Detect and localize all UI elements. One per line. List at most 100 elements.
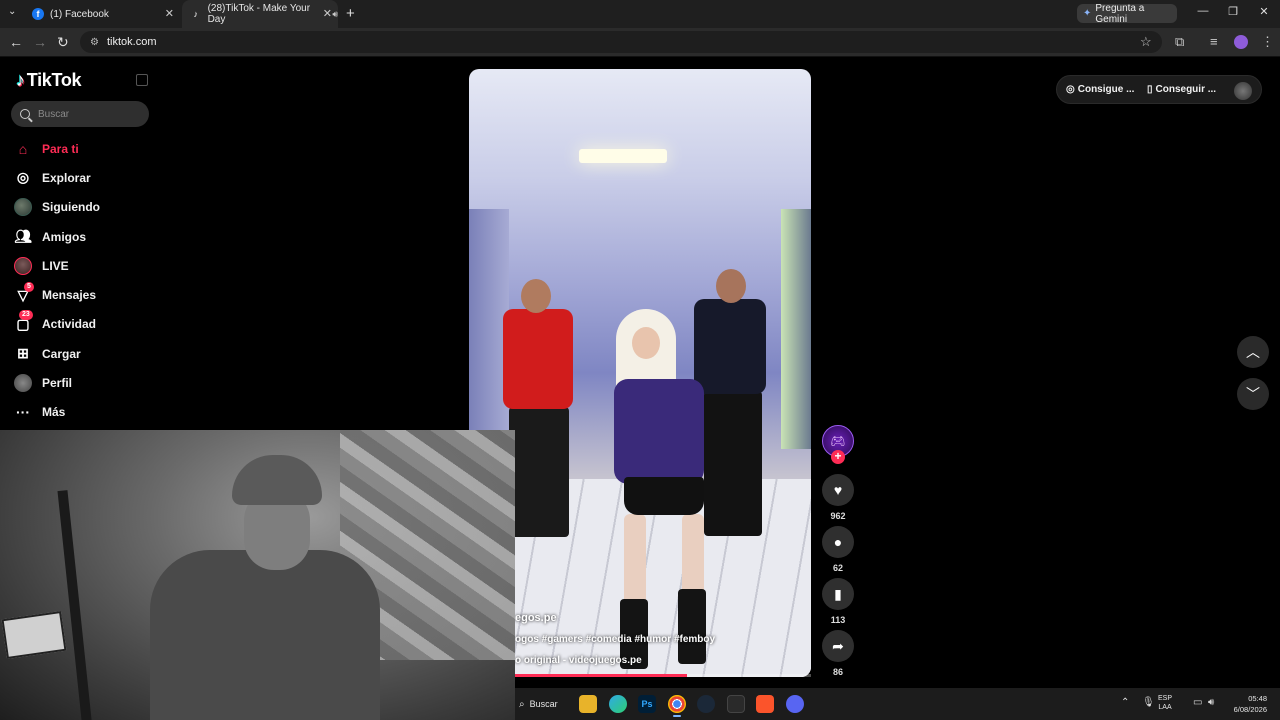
tray-chevron-up-icon[interactable]: ⌃ [1121,697,1129,708]
get-coins-button[interactable]: ◎ Consigue ... [1066,84,1134,95]
webcam-pole [57,490,93,720]
language-indicator[interactable]: ESP LAA [1158,694,1172,712]
tab-facebook[interactable]: f (1) Facebook ✕ [28,0,180,28]
sidebar-item-live[interactable]: LIVE [0,251,160,280]
sidebar-item-label: Siguiendo [42,200,100,215]
url-field[interactable]: ⚙︎ tiktok.com [80,31,1162,53]
terminal-icon[interactable] [727,695,745,713]
menu-kebab-icon[interactable]: ⋮ [1261,34,1274,50]
sidebar-item-label: Amigos [42,229,87,244]
tab-search-chevron-icon[interactable]: ⌄ [8,6,16,17]
clock-date: 6/08/2026 [1233,705,1267,714]
gemini-button[interactable]: ✦ Pregunta a Gemini [1077,3,1177,25]
video-author[interactable]: egos.pe [515,612,557,624]
follow-plus-button[interactable]: + [831,450,845,464]
comment-icon: ● [833,534,843,550]
sidebar-item-label: Explorar [42,170,91,185]
like-button[interactable]: ♥ [822,474,854,506]
bookmark-icon: ▮ [834,585,842,602]
more-icon: ··· [16,404,30,421]
sidebar-item-label: Para ti [42,141,79,156]
sidebar-item-amigos[interactable]: 👥︎ Amigos [0,222,160,251]
like-count: 962 [830,511,846,521]
messages-icon: ▽ 5 [14,282,34,304]
save-button[interactable]: ▮ [822,578,854,610]
steam-icon[interactable] [697,695,715,713]
next-video-button[interactable]: ﹀ [1237,378,1269,410]
forward-arrow-icon[interactable]: → [33,34,47,50]
speaker-icon[interactable]: 🔊︎ [332,9,338,20]
media-controls-icon[interactable]: ≡ [1210,34,1218,49]
reload-icon[interactable]: ↻ [57,34,69,51]
brave-icon[interactable] [756,695,774,713]
microphone-icon[interactable]: 🎙︎ [1142,697,1155,708]
minimize-icon[interactable]: — [1188,5,1218,17]
sidebar-item-label: LIVE [42,258,69,273]
save-count: 113 [830,615,846,625]
gemini-sparkle-icon: ✦ [1083,8,1092,19]
back-arrow-icon[interactable]: ← [9,34,23,50]
sidebar-item-mensajes[interactable]: ▽ 5 Mensajes [0,280,160,309]
comment-count: 62 [832,563,843,573]
url-text: tiktok.com [106,36,157,48]
network-icon[interactable]: ▭ [1193,697,1202,708]
sidebar-nav: ⌂ Para ti ◎ Explorar Siguiendo 👥︎ Amigos… [0,134,160,427]
previous-video-button[interactable]: ︿ [1237,336,1269,368]
get-coins-label: Consigue ... [1077,84,1135,95]
upload-icon: ⊞ [17,345,29,362]
tiktok-icon: ♪ [193,9,199,19]
site-info-icon[interactable]: ⚙︎ [90,37,99,48]
volume-icon[interactable]: 🔊︎ [1208,697,1214,708]
tiktok-logo[interactable]: ♪ TikTok [16,70,82,91]
file-explorer-icon[interactable] [579,695,597,713]
clock-time: 05:48 [1248,694,1267,703]
search-icon: ⌕ [519,698,525,710]
sidebar-item-label: Cargar [42,346,81,361]
bookmark-star-icon[interactable]: ☆ [1140,34,1152,50]
collapse-sidebar-icon[interactable] [136,74,148,86]
close-icon[interactable]: ✕ [323,7,332,20]
discord-icon[interactable] [786,695,804,713]
share-button[interactable]: ➦ [822,630,854,662]
sidebar-item-label: Más [42,405,66,420]
taskbar-clock[interactable]: 05:48 6/08/2026 [1227,693,1267,715]
webcam-person-cap [232,455,322,505]
profile-avatar[interactable] [1234,35,1248,49]
webcam-box [1,611,67,659]
facebook-icon: f [32,8,44,20]
tab-title: (28)TikTok - Make Your Day [207,3,311,25]
video-progress-bar[interactable] [515,674,811,677]
user-avatar[interactable] [1234,82,1252,100]
video-sound[interactable]: o original - videojuegos.pe [515,655,642,666]
new-tab-plus-icon[interactable]: + [346,5,355,22]
search-input[interactable]: Buscar [11,101,149,127]
close-window-icon[interactable]: ✕ [1249,5,1279,18]
messages-badge: 5 [24,282,34,293]
activity-icon: ▢ 23 [14,310,33,333]
photoshop-icon[interactable]: Ps [638,695,656,713]
tab-tiktok[interactable]: ♪ (28)TikTok - Make Your Day 🔊︎ ✕ [182,0,338,28]
sidebar-item-actividad[interactable]: ▢ 23 Actividad [0,310,160,339]
video-hashtags[interactable]: ogos #gamers #comedia #humor #femboy [515,634,715,645]
chrome-icon[interactable] [668,695,686,717]
taskbar-search[interactable]: ⌕ Buscar [519,694,569,714]
video-scene-light [579,149,667,163]
sidebar-item-mas[interactable]: ··· Más [0,398,160,427]
friends-icon: 👥︎ [14,228,32,245]
restore-icon[interactable]: ❐ [1218,5,1248,18]
sidebar-item-siguiendo[interactable]: Siguiendo [0,193,160,222]
browser-tab-bar: ⌄ f (1) Facebook ✕ ♪ (28)TikTok - Make Y… [0,0,1280,28]
video-player[interactable] [469,69,811,677]
sidebar-item-para-ti[interactable]: ⌂ Para ti [0,134,160,163]
close-icon[interactable]: ✕ [165,7,174,20]
sidebar-item-perfil[interactable]: Perfil [0,368,160,397]
comment-button[interactable]: ● [822,526,854,558]
sidebar-item-explorar[interactable]: ◎ Explorar [0,163,160,192]
webcam-overlay [0,430,515,720]
sidebar-item-label: Mensajes [42,288,97,303]
extensions-icon[interactable]: ⧉ [1175,34,1184,50]
tiktok-note-icon: ♪ [16,70,25,90]
sidebar-item-cargar[interactable]: ⊞ Cargar [0,339,160,368]
edge-icon[interactable] [609,695,627,713]
get-app-button[interactable]: ▯ Conseguir ... [1147,84,1216,95]
